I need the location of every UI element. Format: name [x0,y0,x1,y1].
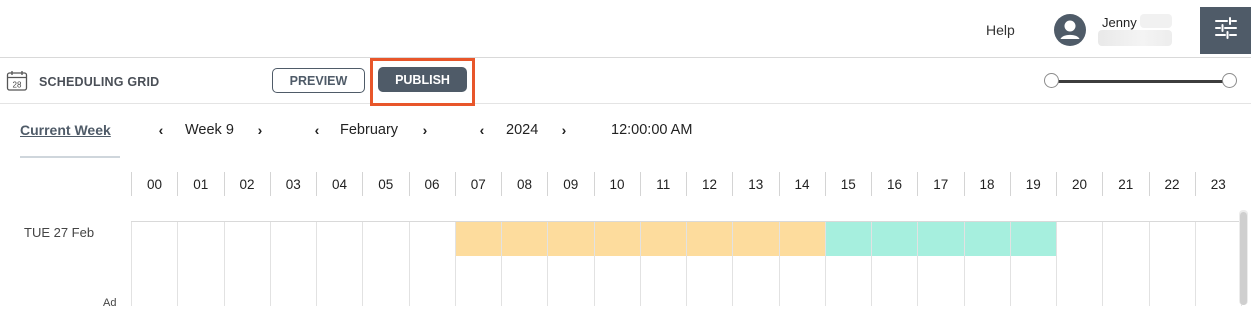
preview-button[interactable]: PREVIEW [272,68,365,93]
grid-column-line [778,222,780,306]
hour-label: 13 [732,172,778,196]
week-label: Week 9 [185,122,234,138]
grid-column-line [1009,222,1011,306]
hour-label: 14 [778,172,825,196]
slider-track [1050,80,1230,83]
user-name-redaction [1140,14,1172,28]
scrollbar-thumb[interactable] [1240,212,1247,305]
hour-label: 12 [686,172,732,196]
hour-label: 03 [269,172,316,196]
schedule-grid[interactable] [131,221,1242,306]
month-label: February [340,122,399,138]
grid-column-line [963,222,965,306]
current-week-link[interactable]: Current Week [20,122,111,138]
time-display: 12:00:00 AM [611,122,693,138]
hour-label: 23 [1194,172,1241,196]
hour-label: 07 [454,172,501,196]
week-next-chevron-icon[interactable]: › [253,122,267,138]
hour-label: 21 [1102,172,1148,196]
grid-column-line [269,222,271,306]
hour-label: 22 [1148,172,1195,196]
grid-column-line [501,222,502,306]
grid-column-line [1102,222,1104,306]
hour-label: 08 [501,172,547,196]
calendar-icon-day: 28 [13,81,22,90]
slider-handle-max[interactable] [1222,73,1237,88]
grid-column-line [131,222,132,306]
grid-column-line [824,222,826,306]
slider-handle-min[interactable] [1044,73,1059,88]
hour-label: 10 [593,172,640,196]
grid-column-line [1056,222,1057,306]
hour-label: 11 [639,172,686,196]
hour-label: 19 [1009,172,1056,196]
month-prev-chevron-icon[interactable]: ‹ [310,122,324,138]
grid-column-line [686,222,687,306]
publish-button[interactable]: PUBLISH [378,67,467,92]
grid-column-line [547,222,549,306]
day-label: TUE 27 Feb [24,225,95,240]
grid-column-line [223,222,225,306]
year-next-chevron-icon[interactable]: › [557,122,571,138]
top-header: Help Jenny [0,0,1251,58]
shift-block[interactable] [824,222,1056,256]
sliders-settings-icon [1214,17,1238,44]
grid-column-line [316,222,317,306]
toolbar: 28 SCHEDULING GRID PREVIEW PUBLISH [0,58,1251,106]
month-next-chevron-icon[interactable]: › [418,122,432,138]
hour-label: 17 [917,172,963,196]
grid-column-line [1194,222,1196,306]
zoom-slider[interactable] [1044,73,1238,89]
hour-label: 02 [223,172,270,196]
settings-button[interactable] [1200,7,1251,54]
hour-label: 18 [963,172,1010,196]
hour-label: 01 [177,172,223,196]
day-sub-label: Ad [103,297,117,309]
hour-label: 04 [316,172,362,196]
grid-column-line [177,222,179,306]
grid-column-line [408,222,410,306]
page-title: SCHEDULING GRID [39,75,160,89]
year-prev-chevron-icon[interactable]: ‹ [475,122,489,138]
calendar-icon: 28 [6,70,28,92]
year-label: 2024 [506,122,539,138]
week-prev-chevron-icon[interactable]: ‹ [154,122,168,138]
nav-underline [20,156,120,158]
grid-column-line [593,222,595,306]
user-name: Jenny [1102,15,1137,30]
grid-column-line [362,222,364,306]
hour-label: 15 [824,172,871,196]
grid-column-line [871,222,872,306]
grid-column-line [1148,222,1150,306]
grid-column-line [454,222,456,306]
hour-header: 00 01 02 03 04 05 06 07 08 09 10 11 12 13 14 15 16 17 18 19… [0,172,1251,196]
grid-column-line [639,222,641,306]
user-avatar-icon[interactable] [1054,14,1086,46]
user-role-redaction [1098,30,1172,46]
help-link[interactable]: Help [986,22,1015,38]
hour-label: 09 [547,172,593,196]
hour-label: 06 [408,172,455,196]
hour-label: 00 [131,172,177,196]
hour-label: 16 [871,172,917,196]
date-navigation: Current Week ‹ Week 9 › ‹ February › ‹ 2… [0,104,1251,158]
hour-label: 05 [362,172,408,196]
grid-column-line [732,222,734,306]
hour-label: 20 [1056,172,1102,196]
grid-column-line [917,222,919,306]
